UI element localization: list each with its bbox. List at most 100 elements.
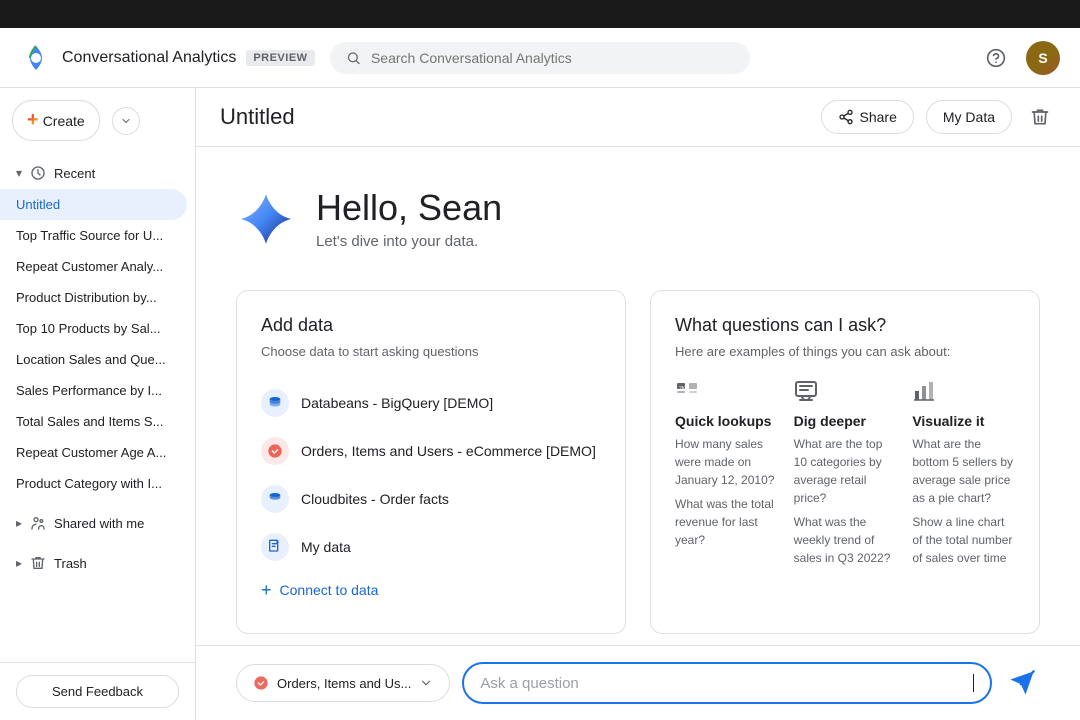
shared-chevron-icon: ▸ (16, 516, 22, 530)
search-input[interactable] (371, 50, 734, 66)
top-bar (0, 0, 1080, 28)
add-data-card: Add data Choose data to start asking que… (236, 290, 626, 634)
my-data-button[interactable]: My Data (926, 100, 1012, 134)
share-label: Share (860, 109, 897, 125)
question-input[interactable] (480, 675, 963, 692)
app-header: Conversational Analytics PREVIEW S (0, 28, 1080, 88)
feedback-button[interactable]: Send Feedback (16, 675, 179, 708)
send-icon (1008, 669, 1036, 697)
create-plus-icon: + (27, 109, 39, 132)
hero-subtitle: Let's dive into your data. (316, 233, 502, 250)
quick-lookups-icon: 2K (675, 379, 778, 403)
shared-section-header[interactable]: ▸ Shared with me (0, 507, 195, 539)
help-button[interactable] (978, 40, 1014, 76)
hero-greeting: Hello, Sean (316, 187, 502, 229)
create-label: Create (43, 113, 85, 129)
visualize-icon (912, 379, 1015, 403)
sidebar-item-3[interactable]: Product Distribution by... (0, 282, 187, 313)
quick-lookups-example1: How many sales were made on January 12, … (675, 435, 778, 489)
quick-lookups-example2: What was the total revenue for last year… (675, 495, 778, 549)
header-left: Conversational Analytics PREVIEW (20, 42, 330, 74)
dig-deeper-example2: What was the weekly trend of sales in Q3… (794, 513, 897, 567)
help-icon (986, 48, 1006, 68)
questions-title: What questions can I ask? (675, 315, 1015, 336)
trash-section: ▸ Trash (0, 543, 195, 583)
ecommerce-label: Orders, Items and Users - eCommerce [DEM… (301, 443, 596, 459)
trash-section-header[interactable]: ▸ Trash (0, 547, 195, 579)
header-right: S (750, 40, 1060, 76)
add-data-title: Add data (261, 315, 601, 336)
recent-label: Recent (54, 166, 95, 181)
sidebar-bottom: Send Feedback (0, 662, 195, 720)
trash-label: Trash (54, 556, 87, 571)
user-avatar[interactable]: S (1026, 41, 1060, 75)
create-button[interactable]: + Create (12, 100, 100, 141)
datasource-databeans[interactable]: Databeans - BigQuery [DEMO] (261, 379, 601, 427)
visualize-title: Visualize it (912, 413, 1015, 429)
page-title: Untitled (220, 104, 809, 130)
sidebar-item-5[interactable]: Location Sales and Que... (0, 344, 187, 375)
trash-chevron-icon: ▸ (16, 556, 22, 570)
cloudbites-label: Cloudbites - Order facts (301, 491, 449, 507)
page-header: Untitled Share My Data (196, 88, 1080, 147)
connect-to-data-link[interactable]: + Connect to data (261, 571, 601, 609)
visualize-example1: What are the bottom 5 sellers by average… (912, 435, 1015, 507)
chevron-down-icon (120, 115, 132, 127)
recent-section: ▾ Recent Untitled Top Traffic Source for… (0, 153, 195, 503)
datasource-mydata[interactable]: My data (261, 523, 601, 571)
data-selector-chevron-icon (419, 676, 433, 690)
sidebar-item-7[interactable]: Total Sales and Items S... (0, 406, 187, 437)
sidebar-item-untitled[interactable]: Untitled (0, 189, 187, 220)
recent-chevron-icon: ▾ (16, 166, 22, 180)
shared-people-icon (30, 515, 46, 531)
connect-label: Connect to data (280, 582, 379, 598)
cloudbites-icon (261, 485, 289, 513)
delete-button[interactable] (1024, 101, 1056, 133)
hero-section: Hello, Sean Let's dive into your data. (236, 187, 1040, 250)
trash-icon (30, 555, 46, 571)
content-body: Hello, Sean Let's dive into your data. A… (196, 147, 1080, 720)
category-dig-deeper: Dig deeper What are the top 10 categorie… (794, 379, 897, 567)
sidebar-item-8[interactable]: Repeat Customer Age A... (0, 437, 187, 468)
questions-subtitle: Here are examples of things you can ask … (675, 344, 1015, 359)
datasource-cloudbites[interactable]: Cloudbites - Order facts (261, 475, 601, 523)
svg-text:2K: 2K (679, 386, 686, 392)
data-selector-label: Orders, Items and Us... (277, 676, 411, 691)
app-logo-icon (20, 42, 52, 74)
sidebar-item-9[interactable]: Product Category with I... (0, 468, 187, 499)
share-icon (838, 109, 854, 125)
create-dropdown-button[interactable] (112, 107, 140, 135)
category-visualize: Visualize it What are the bottom 5 selle… (912, 379, 1015, 567)
data-selector-icon (253, 675, 269, 691)
sidebar: + Create ▾ Recent Untitled Top Traffic S… (0, 88, 196, 720)
hero-text: Hello, Sean Let's dive into your data. (316, 187, 502, 250)
quick-lookups-title: Quick lookups (675, 413, 778, 429)
add-data-subtitle: Choose data to start asking questions (261, 344, 601, 359)
share-button[interactable]: Share (821, 100, 914, 134)
sidebar-item-6[interactable]: Sales Performance by I... (0, 375, 187, 406)
data-selector[interactable]: Orders, Items and Us... (236, 664, 450, 702)
visualize-example2: Show a line chart of the total number of… (912, 513, 1015, 567)
databeans-label: Databeans - BigQuery [DEMO] (301, 395, 493, 411)
sidebar-item-1[interactable]: Top Traffic Source for U... (0, 220, 187, 251)
search-bar[interactable] (330, 42, 750, 74)
app-title: Conversational Analytics (62, 49, 236, 67)
shared-label: Shared with me (54, 516, 144, 531)
questions-card: What questions can I ask? Here are examp… (650, 290, 1040, 634)
question-input-container[interactable] (462, 662, 992, 704)
mydata-icon (261, 533, 289, 561)
dig-deeper-icon (794, 379, 897, 403)
preview-badge: PREVIEW (246, 50, 314, 66)
delete-icon (1030, 107, 1050, 127)
sidebar-item-2[interactable]: Repeat Customer Analy... (0, 251, 187, 282)
content-area: Untitled Share My Data (196, 88, 1080, 720)
shared-section: ▸ Shared with me (0, 503, 195, 543)
main-layout: + Create ▾ Recent Untitled Top Traffic S… (0, 88, 1080, 720)
recent-section-header[interactable]: ▾ Recent (0, 157, 195, 189)
sidebar-item-4[interactable]: Top 10 Products by Sal... (0, 313, 187, 344)
my-data-label: My Data (943, 109, 995, 125)
sidebar-create-row: + Create (0, 88, 195, 153)
datasource-ecommerce[interactable]: Orders, Items and Users - eCommerce [DEM… (261, 427, 601, 475)
send-button[interactable] (1004, 665, 1040, 701)
bottom-bar: Orders, Items and Us... (196, 645, 1080, 720)
